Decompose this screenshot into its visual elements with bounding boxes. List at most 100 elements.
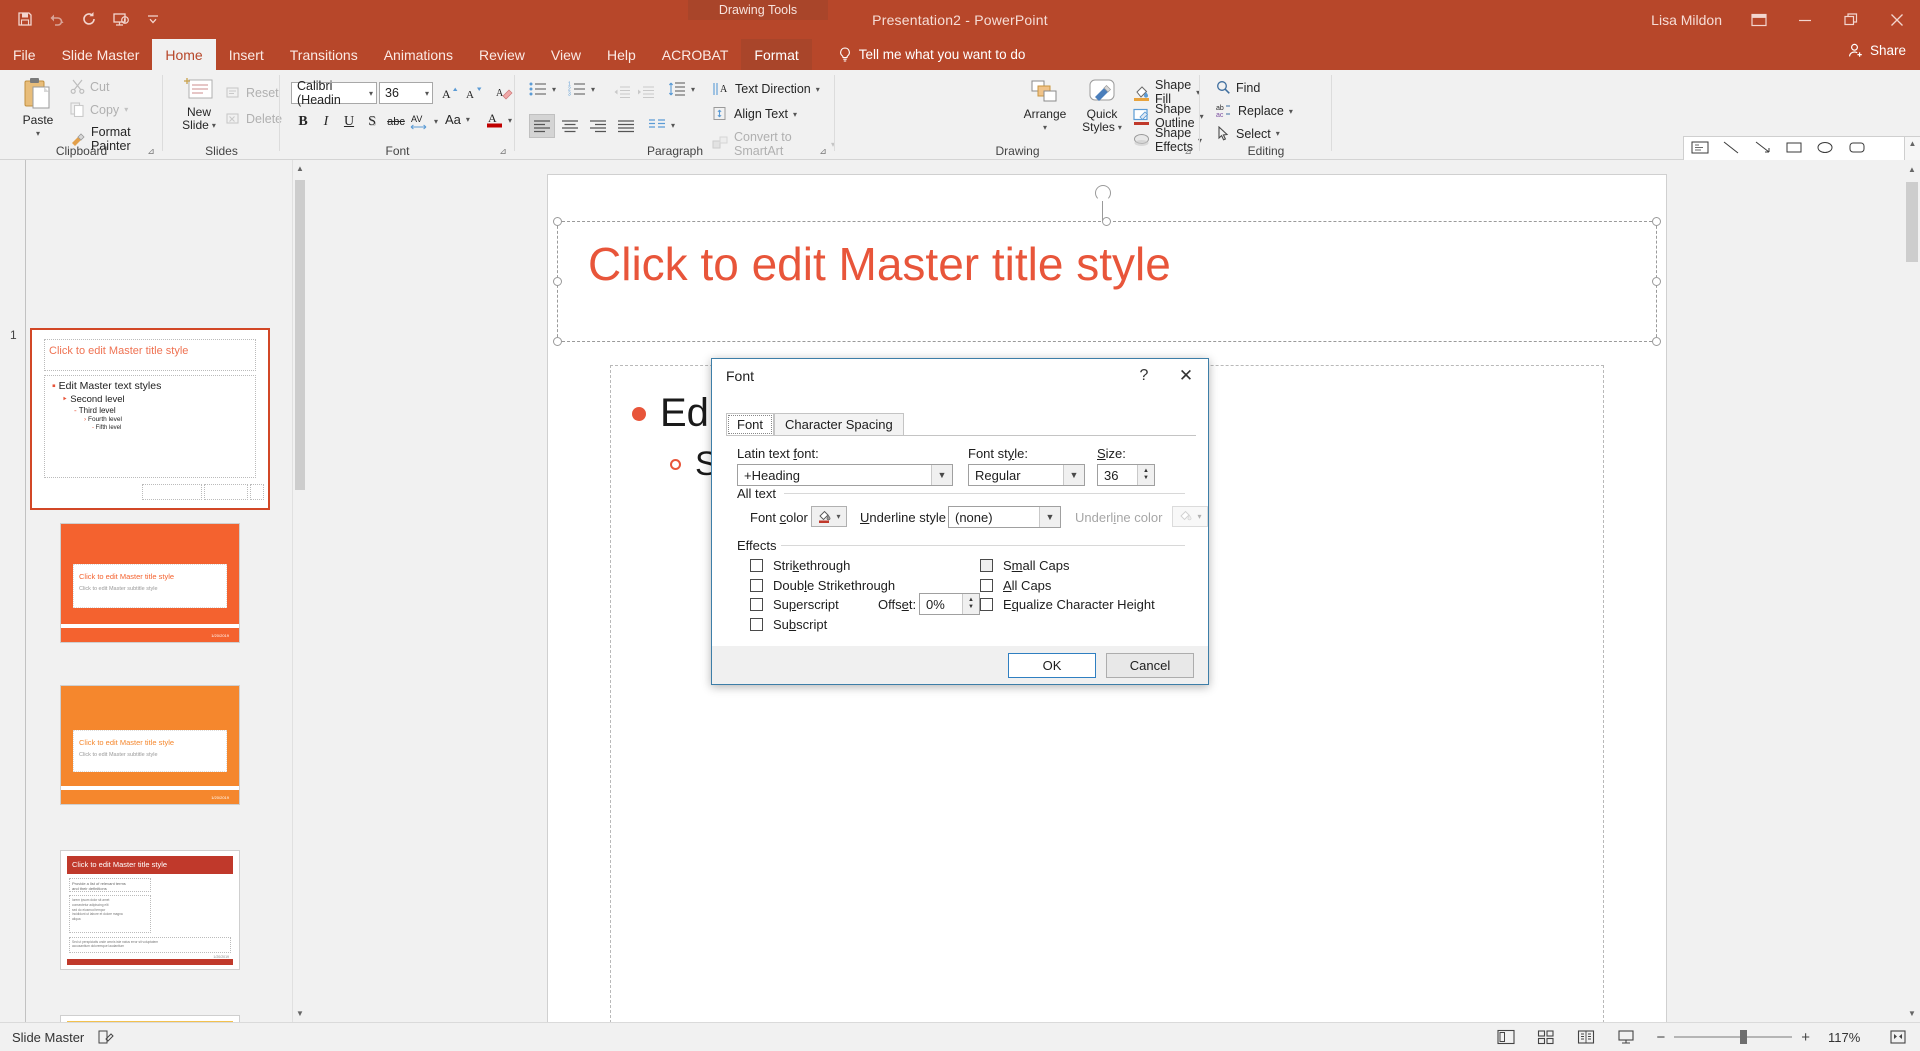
undo-icon[interactable] [42, 4, 72, 34]
slide-sorter-icon[interactable] [1534, 1026, 1558, 1048]
underline-button[interactable]: U [337, 110, 361, 133]
shape-rounded-rectangle-icon[interactable] [1841, 137, 1872, 157]
columns-caret-icon[interactable]: ▾ [671, 121, 675, 130]
resize-handle-top-right[interactable] [1652, 217, 1661, 226]
font-color-dropdown-caret-icon[interactable]: ▾ [836, 512, 840, 521]
italic-button[interactable]: I [314, 110, 338, 133]
font-dialog-launcher[interactable]: ⊿ [497, 145, 509, 157]
slide-thumbnail-1[interactable]: Click to edit Master title style ▪ Edit … [30, 328, 270, 510]
resize-handle-middle-left[interactable] [553, 277, 562, 286]
align-text-caret-icon[interactable]: ▾ [793, 110, 797, 119]
align-center-button[interactable] [557, 114, 583, 138]
shape-arrow-icon[interactable] [1747, 137, 1778, 157]
tab-help[interactable]: Help [594, 39, 649, 70]
zoom-level-label[interactable]: 117% [1828, 1030, 1868, 1045]
resize-handle-bottom-right[interactable] [1652, 337, 1661, 346]
replace-caret-icon[interactable]: ▾ [1289, 107, 1293, 116]
slide-panel-scroll-down-icon[interactable]: ▼ [293, 1005, 307, 1022]
paragraph-dialog-launcher[interactable]: ⊿ [817, 145, 829, 157]
shape-textbox-icon[interactable] [1684, 137, 1715, 157]
scroll-down-icon[interactable]: ▼ [1904, 1004, 1920, 1022]
tab-review[interactable]: Review [466, 39, 538, 70]
font-size-combo[interactable]: 36 ▾ [379, 82, 433, 104]
customize-quick-access-toolbar-icon[interactable] [138, 4, 168, 34]
shape-line-icon[interactable] [1715, 137, 1746, 157]
zoom-knob[interactable] [1740, 1030, 1748, 1044]
font-color-picker-button[interactable]: ▾ [811, 506, 847, 527]
resize-handle-middle-right[interactable] [1652, 277, 1661, 286]
zoom-track[interactable] [1674, 1030, 1793, 1044]
slide-panel-scroll-up-icon[interactable]: ▲ [293, 160, 307, 177]
fit-slide-icon[interactable] [1886, 1026, 1910, 1048]
cut-button[interactable]: Cut [70, 79, 109, 94]
line-spacing-caret-icon[interactable]: ▾ [691, 85, 695, 94]
slide-thumbnail-2[interactable]: Click to edit Master title style Click t… [60, 523, 240, 643]
quick-styles-caret-icon[interactable]: ▾ [1118, 121, 1122, 134]
line-spacing-button[interactable]: ▾ [668, 81, 695, 97]
subscript-checkbox[interactable] [750, 618, 763, 631]
share-button[interactable]: Share [1848, 43, 1906, 58]
clipboard-dialog-launcher[interactable]: ⊿ [145, 145, 157, 157]
slide-thumbnail-4[interactable]: Click to edit Master title style Provide… [60, 850, 240, 970]
quick-styles-button[interactable]: Quick Styles ▾ [1072, 78, 1132, 134]
decrease-font-size-button[interactable]: A [462, 81, 486, 104]
align-text-button[interactable]: Align Text ▾ [712, 106, 797, 122]
clear-formatting-button[interactable]: A [492, 81, 516, 104]
tab-home[interactable]: Home [152, 39, 216, 70]
tab-transitions[interactable]: Transitions [277, 39, 371, 70]
strikethrough-checkbox[interactable] [750, 559, 763, 572]
resize-handle-bottom-left[interactable] [553, 337, 562, 346]
decrease-indent-button[interactable] [611, 80, 633, 103]
character-spacing-button[interactable]: AV ▾ [409, 112, 438, 130]
slideshow-icon[interactable] [1614, 1026, 1638, 1048]
ribbon-display-options-icon[interactable] [1736, 0, 1782, 39]
columns-button[interactable]: ▾ [648, 118, 675, 132]
restore-icon[interactable] [1828, 0, 1874, 39]
normal-view-icon[interactable] [1494, 1026, 1518, 1048]
tab-view[interactable]: View [538, 39, 594, 70]
font-name-combo[interactable]: Calibri (Headin ▾ [291, 79, 377, 107]
increase-font-size-button[interactable]: A [438, 81, 462, 104]
chevron-down-icon[interactable]: ▼ [931, 465, 952, 485]
font-color-caret-icon[interactable]: ▾ [508, 116, 512, 125]
arrange-caret-icon[interactable]: ▾ [1043, 121, 1047, 134]
text-shadow-button[interactable]: S [360, 110, 384, 133]
rotate-handle[interactable] [1095, 185, 1111, 201]
small-caps-checkbox[interactable] [980, 559, 993, 572]
tab-file[interactable]: File [0, 39, 49, 70]
delete-slide-button[interactable]: Delete [226, 112, 282, 126]
close-icon[interactable] [1874, 0, 1920, 39]
increase-indent-button[interactable] [635, 80, 657, 103]
text-direction-button[interactable]: A Text Direction ▾ [712, 81, 820, 97]
size-spinner[interactable]: 36 ▲ ▼ [1097, 464, 1155, 486]
copy-dropdown-caret-icon[interactable]: ▾ [124, 105, 128, 114]
shape-oval-icon[interactable] [1810, 137, 1841, 157]
strikethrough-button[interactable]: abc [384, 110, 408, 133]
tab-font[interactable]: Font [726, 413, 775, 436]
justify-button[interactable] [613, 114, 639, 138]
align-left-button[interactable] [529, 114, 555, 138]
tab-character-spacing[interactable]: Character Spacing [774, 413, 904, 436]
character-spacing-caret-icon[interactable]: ▾ [434, 117, 438, 126]
new-slide-dropdown-caret-icon[interactable]: ▾ [212, 119, 216, 132]
paste-dropdown-caret-icon[interactable]: ▾ [36, 127, 40, 140]
slide-thumbnail-5[interactable]: Click to edit Master title style Provide… [60, 1015, 240, 1022]
shapes-scroll-up-icon[interactable]: ▲ [1909, 139, 1917, 148]
bullets-caret-icon[interactable]: ▾ [552, 85, 556, 94]
minimize-icon[interactable] [1782, 0, 1828, 39]
tab-animations[interactable]: Animations [371, 39, 466, 70]
close-icon[interactable]: ✕ [1166, 359, 1206, 393]
tab-acrobat[interactable]: ACROBAT [649, 39, 742, 70]
font-style-combo[interactable]: Regular ▼ [968, 464, 1085, 486]
chevron-down-icon[interactable]: ▼ [1063, 465, 1084, 485]
resize-handle-top-left[interactable] [553, 217, 562, 226]
vertical-scrollbar[interactable]: ▲ ▼ [1904, 160, 1920, 1022]
save-icon[interactable] [10, 4, 40, 34]
vertical-scroll-thumb[interactable] [1906, 182, 1918, 262]
slide-thumbnail-panel[interactable]: 1 Click to edit Master title style ▪ Edi… [0, 160, 292, 1022]
tab-slide-master[interactable]: Slide Master [49, 39, 153, 70]
cancel-button[interactable]: Cancel [1106, 652, 1194, 678]
find-button[interactable]: Find [1216, 80, 1260, 95]
slide-thumbnail-3[interactable]: Click to edit Master title style Click t… [60, 685, 240, 805]
tab-insert[interactable]: Insert [216, 39, 277, 70]
